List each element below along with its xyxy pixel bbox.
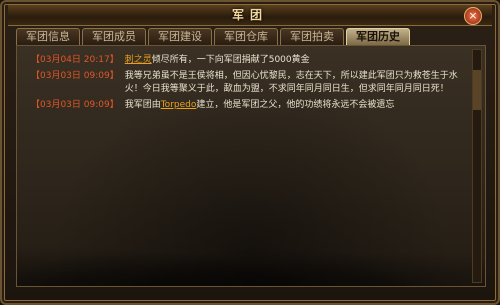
player-name-link[interactable]: 刺之灵 — [125, 55, 152, 65]
history-log: 【03月04日 20:17】 刺之灵倾尽所有，一下向军团捐献了5000黄金 【0… — [31, 54, 461, 115]
entry-timestamp: 【03月04日 20:17】 — [31, 55, 119, 65]
scrollbar[interactable] — [472, 49, 482, 283]
window-title: 军团 — [231, 8, 268, 22]
entry-text-prefix: 我军团由 — [124, 100, 161, 110]
scrollbar-thumb[interactable] — [473, 70, 481, 110]
entry-text: 倾尽所有，一下向军团捐献了5000黄金 — [151, 55, 310, 65]
entry-message: 我军团由Torpedo建立，他是军团之父，他的功绩将永远不会被遗忘 — [125, 99, 461, 112]
player-name-link[interactable]: Torpedo — [161, 100, 197, 110]
tab-bar: 军团信息 军团成员 军团建设 军团仓库 军团拍卖 军团历史 — [16, 28, 410, 46]
tab-legion-info[interactable]: 军团信息 — [16, 28, 80, 45]
tab-legion-construction[interactable]: 军团建设 — [148, 28, 212, 45]
history-entry: 【03月03日 09:09】 我等兄弟虽不是王侯将相，但因心忧黎民，志在天下，所… — [31, 70, 461, 96]
entry-timestamp: 【03月03日 09:09】 — [31, 100, 119, 110]
tab-legion-warehouse[interactable]: 军团仓库 — [214, 28, 278, 45]
entry-message: 刺之灵倾尽所有，一下向军团捐献了5000黄金 — [125, 54, 461, 67]
history-entry: 【03月04日 20:17】 刺之灵倾尽所有，一下向军团捐献了5000黄金 — [31, 54, 461, 67]
title-bar: 军团 × — [8, 5, 492, 26]
tab-legion-history[interactable]: 军团历史 — [346, 28, 410, 45]
legion-window: 军团 × 军团信息 军团成员 军团建设 军团仓库 军团拍卖 军团历史 【03月0… — [0, 0, 500, 305]
army-silhouette-background — [17, 216, 485, 286]
history-entry: 【03月03日 09:09】 我军团由Torpedo建立，他是军团之父，他的功绩… — [31, 99, 461, 112]
close-icon[interactable]: × — [464, 7, 482, 25]
tab-legion-auction[interactable]: 军团拍卖 — [280, 28, 344, 45]
history-panel: 【03月04日 20:17】 刺之灵倾尽所有，一下向军团捐献了5000黄金 【0… — [16, 45, 486, 287]
entry-timestamp: 【03月03日 09:09】 — [31, 71, 119, 81]
entry-message: 我等兄弟虽不是王侯将相，但因心忧黎民，志在天下，所以建此军团只为救苍生于水火！今… — [124, 71, 458, 94]
entry-text: 建立，他是军团之父，他的功绩将永远不会被遗忘 — [196, 100, 395, 110]
tab-legion-members[interactable]: 军团成员 — [82, 28, 146, 45]
